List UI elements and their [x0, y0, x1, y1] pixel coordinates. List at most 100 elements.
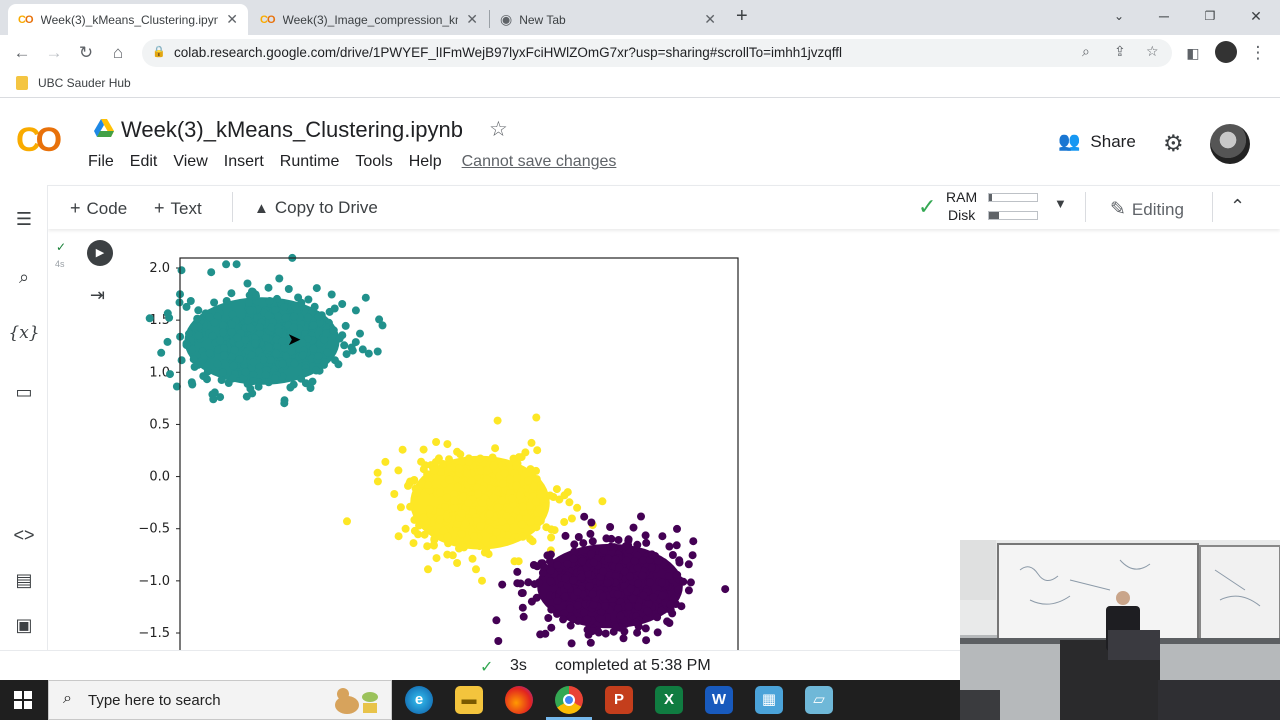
- y-tick-label: 0.5: [149, 417, 170, 432]
- avatar[interactable]: [1210, 124, 1250, 164]
- scatter-point: [611, 555, 620, 564]
- app-icon[interactable]: ▦: [755, 686, 783, 714]
- star-icon[interactable]: ☆: [489, 117, 508, 142]
- scatter-point: [450, 504, 459, 512]
- browser-tab-new-tab[interactable]: ◉ New Tab ✕: [490, 4, 726, 35]
- gear-icon[interactable]: ⚙: [1163, 130, 1184, 157]
- forward-button[interactable]: →: [42, 41, 66, 65]
- scatter-point: [589, 558, 598, 567]
- browser-tab-image-compression[interactable]: CO Week(3)_Image_compression_kmeans ✕: [250, 4, 488, 35]
- restore-button[interactable]: ❐: [1187, 4, 1233, 28]
- minimize-button[interactable]: ─: [1141, 4, 1187, 28]
- window-close-button[interactable]: ✕: [1233, 4, 1279, 28]
- bookmark-icon: [16, 76, 28, 90]
- browser-toolbar: ← → ↻ ⌂ 🔒 colab.research.google.com/driv…: [0, 35, 1280, 71]
- scatter-point: [688, 551, 697, 560]
- menu-runtime[interactable]: Runtime: [280, 153, 340, 171]
- bookmark-star-icon[interactable]: ☆: [1146, 43, 1159, 60]
- menu-edit[interactable]: Edit: [130, 153, 158, 171]
- copy-to-drive-button[interactable]: ▲ Copy to Drive: [254, 198, 378, 218]
- notepad-icon[interactable]: ▱: [805, 686, 833, 714]
- scatter-point: [624, 602, 633, 611]
- scatter-point: [567, 639, 576, 648]
- scatter-point: [546, 566, 555, 575]
- scatter-point: [482, 475, 491, 484]
- scatter-point: [601, 629, 610, 638]
- scatter-point: [518, 502, 527, 511]
- close-tab-icon[interactable]: ✕: [466, 11, 478, 28]
- home-button[interactable]: ⌂: [106, 41, 130, 65]
- scatter-point: [424, 565, 432, 574]
- scatter-point: [637, 512, 645, 521]
- taskbar-search-input[interactable]: ⌕ Type here to search: [48, 680, 392, 720]
- menu-view[interactable]: View: [173, 153, 207, 171]
- notebook-title[interactable]: Week(3)_kMeans_Clustering.ipynb: [121, 117, 463, 143]
- table-of-contents-icon[interactable]: ☰: [0, 209, 48, 230]
- variables-icon[interactable]: {x}: [0, 323, 48, 343]
- close-tab-icon[interactable]: ✕: [704, 11, 716, 28]
- menu-tools[interactable]: Tools: [355, 153, 392, 171]
- colab-logo[interactable]: CO: [16, 121, 62, 160]
- close-tab-icon[interactable]: ✕: [226, 11, 238, 28]
- scatter-point: [531, 497, 540, 506]
- google-drive-icon[interactable]: [94, 119, 114, 137]
- tab-title: Week(3)_Image_compression_kmeans: [282, 12, 459, 27]
- resources-dropdown-icon[interactable]: ▼: [1054, 196, 1067, 211]
- editing-mode-button[interactable]: ✎ Editing: [1110, 198, 1184, 221]
- search-icon[interactable]: ⌕: [0, 267, 48, 288]
- output-actions-icon[interactable]: ⇥: [90, 285, 105, 306]
- scatter-point: [604, 554, 613, 563]
- scatter-point: [341, 321, 350, 330]
- scatter-point: [261, 370, 270, 379]
- chrome-icon[interactable]: [555, 686, 583, 714]
- ram-meter[interactable]: [988, 193, 1038, 202]
- menu-help[interactable]: Help: [409, 153, 442, 171]
- terminal-icon[interactable]: ▣: [0, 615, 48, 636]
- command-palette-icon[interactable]: ▤: [0, 570, 48, 591]
- side-panel-icon[interactable]: ◧: [1181, 41, 1205, 65]
- cannot-save-link[interactable]: Cannot save changes: [462, 153, 617, 171]
- tab-search-chevron-icon[interactable]: ⌄: [1096, 4, 1142, 28]
- collapse-header-icon[interactable]: ⌃: [1230, 196, 1245, 217]
- scatter-point: [493, 416, 502, 425]
- file-explorer-icon[interactable]: ▬: [455, 686, 483, 714]
- run-cell-button[interactable]: ▶: [87, 240, 113, 266]
- scatter-point: [249, 377, 258, 386]
- zoom-icon[interactable]: ⌕: [1082, 43, 1090, 60]
- back-button[interactable]: ←: [10, 41, 34, 65]
- disk-meter[interactable]: [988, 211, 1038, 220]
- powerpoint-icon[interactable]: P: [605, 686, 633, 714]
- edge-icon[interactable]: e: [405, 686, 433, 714]
- share-page-icon[interactable]: ⇪: [1114, 43, 1126, 60]
- scatter-point: [621, 542, 630, 551]
- excel-icon[interactable]: X: [655, 686, 683, 714]
- menu-insert[interactable]: Insert: [224, 153, 264, 171]
- scatter-point: [286, 383, 295, 392]
- scatter-point: [210, 298, 219, 307]
- firefox-icon[interactable]: [505, 686, 533, 714]
- reload-button[interactable]: ↻: [74, 41, 98, 65]
- scatter-point: [634, 579, 643, 588]
- scatter-point: [401, 524, 410, 533]
- add-text-button[interactable]: + Text: [154, 198, 202, 219]
- word-icon[interactable]: W: [705, 686, 733, 714]
- files-folder-icon[interactable]: ▭: [0, 382, 48, 403]
- address-bar[interactable]: 🔒 colab.research.google.com/drive/1PWYEF…: [142, 39, 1172, 67]
- share-button[interactable]: 👥 Share: [1058, 131, 1136, 152]
- y-tick-label: −0.5: [138, 522, 170, 537]
- profile-avatar[interactable]: [1215, 41, 1237, 63]
- windows-start-icon[interactable]: [14, 691, 32, 709]
- scatter-point: [264, 378, 273, 387]
- scatter-point: [602, 534, 611, 543]
- browser-tab-kmeans[interactable]: CO Week(3)_kMeans_Clustering.ipynb ✕: [8, 4, 248, 35]
- code-snippets-icon[interactable]: <>: [0, 525, 48, 546]
- new-tab-button[interactable]: +: [736, 5, 748, 28]
- scatter-point: [272, 349, 281, 358]
- left-sidebar: ☰ ⌕ {x} ▭ <> ▤ ▣: [0, 185, 48, 650]
- browser-menu-icon[interactable]: ⋮: [1246, 41, 1270, 65]
- scatter-point: [673, 524, 681, 533]
- menu-file[interactable]: File: [88, 153, 114, 171]
- bookmark-ubc-sauder-hub[interactable]: UBC Sauder Hub: [16, 76, 131, 90]
- lock-icon[interactable]: 🔒: [152, 45, 166, 58]
- add-code-button[interactable]: + Code: [70, 198, 127, 219]
